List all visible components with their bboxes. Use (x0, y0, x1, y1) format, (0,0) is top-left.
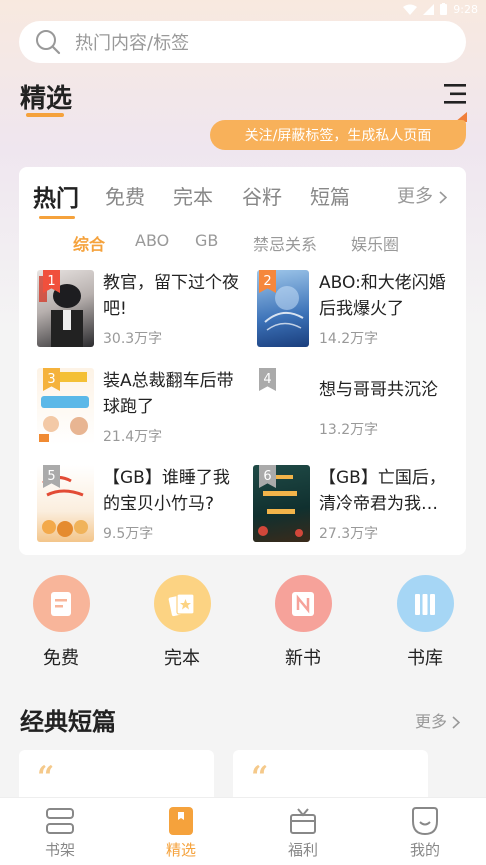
tab-hot[interactable]: 热门 (33, 179, 79, 213)
profile-icon (412, 807, 438, 836)
book-word-count: 9.5万字 (103, 526, 154, 542)
chevron-right-icon (452, 716, 461, 729)
book-item[interactable]: 3 装A总裁翻车后带球跑了 21.4万字 (37, 368, 247, 448)
subtab-gb[interactable]: GB (195, 231, 218, 250)
status-bar: 9:28 (0, 0, 486, 18)
tab-guzi[interactable]: 谷籽 (242, 181, 282, 210)
search-input[interactable]: 热门内容/标签 (19, 21, 466, 63)
bottom-nav: 书架 精选 福利 我的 (0, 797, 486, 865)
nav-label: 书架 (44, 841, 75, 859)
book-item[interactable]: 2 ABO:和大佬闪婚后我爆火了 14.2万字 (253, 270, 463, 350)
book-title: 装A总裁翻车后带球跑了 (103, 371, 234, 417)
chevron-right-icon (439, 190, 447, 204)
tabs-more-link[interactable]: 更多 (397, 182, 447, 208)
tab-finished[interactable]: 完本 (173, 181, 213, 210)
book-item[interactable]: 1 教官，留下过个夜吧! 30.3万字 (37, 270, 247, 350)
category-label: 新书 (285, 648, 321, 669)
nav-featured[interactable]: 精选 (131, 798, 231, 865)
section-title: 经典短篇 (20, 708, 116, 736)
search-icon (36, 30, 61, 55)
quote-icon: “ (37, 760, 55, 795)
section-more-link[interactable]: 更多 (415, 708, 461, 732)
tab-free[interactable]: 免费 (105, 181, 145, 210)
nav-profile[interactable]: 我的 (375, 798, 475, 865)
category-row: 免费 完本 新书 书库 (0, 575, 486, 670)
search-placeholder: 热门内容/标签 (75, 33, 190, 54)
nav-label: 我的 (409, 841, 440, 859)
nav-bookshelf[interactable]: 书架 (10, 798, 110, 865)
subtab-entertainment[interactable]: 娱乐圈 (351, 231, 399, 255)
subtab-overall[interactable]: 综合 (73, 231, 105, 255)
tab-bar: 热门 免费 完本 谷籽 短篇 更多 (33, 181, 453, 217)
nav-label: 精选 (165, 841, 196, 859)
document-icon (32, 575, 90, 632)
hot-card: 热门 免费 完本 谷籽 短篇 更多 综合 ABO GB 禁忌关系 娱乐圈 1 教… (19, 167, 466, 555)
subtab-taboo[interactable]: 禁忌关系 (253, 231, 317, 255)
nav-benefits[interactable]: 福利 (253, 798, 353, 865)
title-underline (26, 113, 64, 117)
bookmark-icon (169, 807, 193, 835)
subtab-bar: 综合 ABO GB 禁忌关系 娱乐圈 (19, 231, 466, 255)
tab-underline (39, 216, 75, 219)
bookshelf-icon (396, 575, 454, 632)
gift-icon (290, 808, 316, 834)
book-word-count: 14.2万字 (319, 331, 379, 347)
bookshelf-icon (46, 808, 74, 834)
book-title: 想与哥哥共沉沦 (319, 380, 438, 400)
subtab-abo[interactable]: ABO (135, 231, 169, 250)
section-more-label: 更多 (415, 712, 448, 731)
cards-icon (153, 575, 211, 632)
category-label: 免费 (43, 648, 79, 669)
menu-icon[interactable] (442, 82, 468, 106)
tag-tip-bubble[interactable]: 关注/屏蔽标签，生成私人页面 (210, 120, 466, 150)
nav-label: 福利 (287, 841, 318, 859)
book-word-count: 13.2万字 (319, 422, 379, 438)
signal-icon (423, 3, 435, 15)
book-word-count: 30.3万字 (103, 331, 163, 347)
page-title: 精选 (20, 84, 73, 114)
category-label: 完本 (164, 648, 200, 669)
category-finished[interactable]: 完本 (142, 575, 222, 670)
status-time: 9:28 (453, 2, 478, 16)
book-item[interactable]: 5 【GB】谁睡了我的宝贝小竹马? 9.5万字 (37, 465, 247, 545)
book-word-count: 21.4万字 (103, 429, 163, 445)
new-book-icon (274, 575, 332, 632)
category-new[interactable]: 新书 (263, 575, 343, 670)
category-label: 书库 (407, 648, 443, 669)
tab-short[interactable]: 短篇 (310, 181, 350, 210)
category-library[interactable]: 书库 (385, 575, 465, 670)
book-title: ABO:和大佬闪婚后我爆火了 (319, 273, 446, 319)
book-word-count: 27.3万字 (319, 526, 379, 542)
battery-icon (440, 3, 448, 15)
category-free[interactable]: 免费 (21, 575, 101, 670)
tabs-more-label: 更多 (397, 186, 433, 207)
book-title: 【GB】亡国后，清冷帝君为我… (319, 468, 446, 514)
book-item[interactable]: 4 想与哥哥共沉沦 13.2万字 (253, 368, 463, 448)
wifi-icon (403, 4, 418, 15)
book-item[interactable]: 6 【GB】亡国后，清冷帝君为我… 27.3万字 (253, 465, 463, 545)
quote-icon: “ (251, 760, 269, 795)
book-title: 教官，留下过个夜吧! (103, 273, 239, 319)
book-title: 【GB】谁睡了我的宝贝小竹马? (103, 468, 230, 514)
